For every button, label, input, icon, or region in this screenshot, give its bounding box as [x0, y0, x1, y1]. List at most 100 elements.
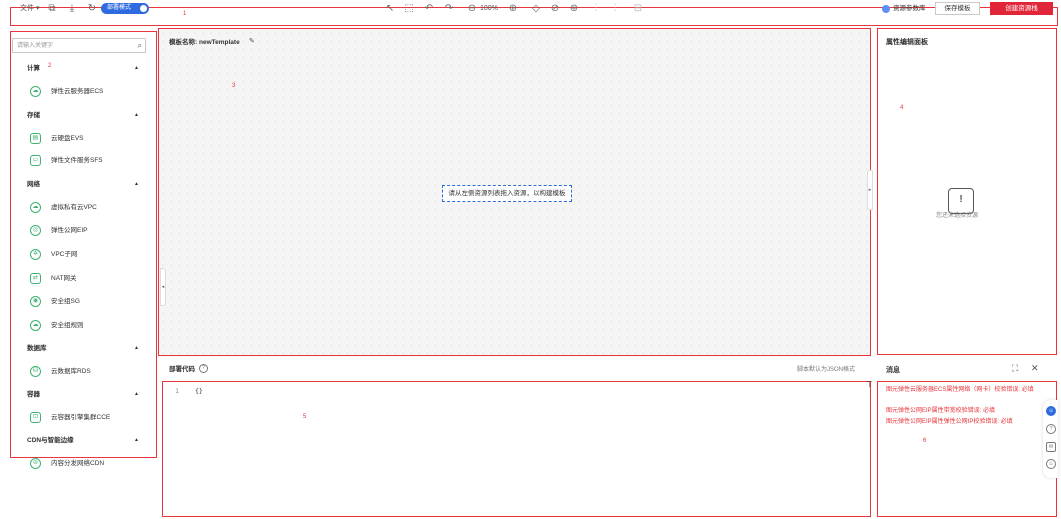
smile-icon[interactable]: ☺	[1046, 459, 1056, 469]
help-icon[interactable]: ?	[1046, 424, 1056, 434]
category-network[interactable]: 网络	[27, 180, 40, 189]
search-icon[interactable]: ⌕	[138, 41, 142, 51]
resource-item-evs[interactable]: 云硬盘EVS	[51, 134, 84, 144]
template-name: 模板名称: newTemplate	[169, 38, 240, 47]
box-select-icon[interactable]: ⬚	[403, 2, 415, 15]
resource-item-eip[interactable]: 弹性公网EIP	[51, 226, 87, 236]
caret-up-icon[interactable]: ▲	[134, 390, 139, 399]
category-database[interactable]: 数据库	[27, 344, 47, 353]
template-name-value: newTemplate	[198, 39, 240, 46]
align-horizontal-icon[interactable]: ⫶	[590, 2, 602, 15]
zoom-in-icon[interactable]: ⊕	[507, 2, 519, 15]
caret-up-icon[interactable]: ▲	[134, 111, 139, 120]
category-container[interactable]: 容器	[27, 390, 40, 399]
zoom-level: 100%	[480, 5, 498, 12]
pointer-select-icon[interactable]: ↖	[384, 2, 396, 15]
save-template-button[interactable]: 保存模板	[935, 2, 980, 15]
message-item: 图元弹性云服务器ECS属性网络（网卡）校验错误: 必填	[886, 387, 1034, 393]
message-list	[877, 381, 1057, 517]
file-menu[interactable]: 文件 ▾	[20, 3, 39, 15]
area-number-2: 2	[48, 63, 52, 69]
floating-side-toolbar: ☺ ? ✉ ☺	[1043, 400, 1058, 478]
align-vertical-icon[interactable]: ⫶	[609, 2, 621, 15]
left-panel-collapse-handle[interactable]: ◂	[160, 268, 166, 306]
compass-icon[interactable]: ⊘	[549, 2, 561, 15]
resource-item-ecs[interactable]: 弹性云服务器ECS	[51, 87, 103, 97]
resource-item-sfs[interactable]: 弹性文件服务SFS	[51, 156, 103, 166]
code-panel-title: 部署代码	[169, 366, 195, 373]
layout-icon[interactable]: ⊟	[632, 2, 644, 15]
security-rule-icon: ☁	[30, 320, 41, 331]
category-storage[interactable]: 存储	[27, 111, 40, 120]
message-item: 图元弹性公网EIP属性带宽校验错误: 必填	[886, 408, 996, 414]
resource-library-icon	[882, 5, 890, 13]
property-panel-title: 属性编辑面板	[886, 39, 928, 46]
undo-icon[interactable]: ↶	[423, 2, 435, 15]
deploy-mode-toggle[interactable]: 部署模式	[101, 3, 149, 14]
edit-icon[interactable]: ✎	[249, 37, 255, 47]
fit-center-icon[interactable]: ⊛	[568, 2, 580, 15]
message-item: 图元弹性公网EIP属性弹性公网IP校验错误: 必填	[886, 419, 1013, 425]
zoom-out-icon[interactable]: ⊖	[466, 2, 478, 15]
category-compute[interactable]: 计算	[27, 64, 40, 73]
deploy-mode-label: 部署模式	[107, 5, 132, 11]
resource-item-nat[interactable]: NAT网关	[51, 274, 77, 284]
nat-icon: ⇄	[30, 273, 41, 284]
container-icon: ⊡	[30, 412, 41, 423]
resize-marker-icon[interactable]: ⊤	[866, 381, 873, 389]
caret-up-icon[interactable]: ▲	[134, 180, 139, 189]
area-number-5: 5	[303, 414, 307, 420]
new-template-icon[interactable]: ⧉	[46, 2, 58, 15]
caret-right-icon: ▸	[868, 187, 872, 193]
area-number-6: 6	[923, 438, 927, 444]
code-editor[interactable]	[162, 381, 871, 517]
help-icon[interactable]: ?	[199, 364, 208, 373]
caret-up-icon[interactable]: ▲	[134, 436, 139, 445]
maximize-icon[interactable]: ⛶	[1012, 363, 1018, 373]
database-icon: ⛁	[30, 366, 41, 377]
area-number-4: 4	[900, 105, 904, 111]
resource-library-link[interactable]: 资源参数库	[893, 3, 926, 15]
empty-state-text: 您还未选择资源	[936, 213, 979, 219]
resource-item-cdn[interactable]: 内容分发网络CDN	[51, 459, 104, 469]
area-number-1: 1	[183, 11, 187, 17]
code-format-note: 脚本默认为JSON格式	[797, 367, 856, 373]
subnet-icon: ✲	[30, 249, 41, 260]
cloud-server-icon: ☁	[30, 86, 41, 97]
resource-item-sg[interactable]: 安全组SG	[51, 297, 80, 307]
chat-service-icon[interactable]: ☺	[1046, 406, 1056, 416]
caret-up-icon[interactable]: ▲	[134, 344, 139, 353]
caret-up-icon[interactable]: ▲	[134, 64, 139, 73]
toggle-knob	[140, 5, 147, 12]
drop-hint: 请从左侧资源列表拖入资源，以构建模板	[442, 185, 572, 202]
download-icon[interactable]: ⤓	[66, 2, 78, 15]
refresh-icon[interactable]: ↻	[86, 2, 98, 15]
template-name-label: 模板名称:	[169, 39, 198, 46]
disk-icon: ▤	[30, 133, 41, 144]
caret-left-icon: ◂	[161, 284, 165, 290]
cloud-icon: ☁	[30, 202, 41, 213]
resource-item-subnet[interactable]: VPC子网	[51, 250, 77, 260]
eraser-icon[interactable]: ◇	[530, 2, 542, 15]
file-menu-label: 文件	[20, 5, 34, 12]
security-group-icon: ◉	[30, 296, 41, 307]
area-number-3: 3	[232, 83, 236, 89]
category-cdn[interactable]: CDN与智能边缘	[27, 436, 74, 445]
cdn-icon: ⊜	[30, 458, 41, 469]
empty-state-icon: !	[948, 188, 974, 214]
close-icon[interactable]: ✕	[1031, 363, 1039, 373]
search-placeholder: 请输入关键字	[17, 43, 54, 49]
resource-item-vpc[interactable]: 虚拟私有云VPC	[51, 203, 97, 213]
resource-item-rds[interactable]: 云数据库RDS	[51, 367, 91, 377]
create-stack-button[interactable]: 创建资源栈	[990, 2, 1053, 15]
right-panel-collapse-handle[interactable]: ▸	[867, 170, 873, 210]
line-number: 1	[175, 387, 179, 395]
eip-icon: ◎	[30, 225, 41, 236]
resource-item-cce[interactable]: 云容器引擎集群CCE	[51, 413, 110, 423]
folder-icon: ▭	[30, 155, 41, 166]
code-content[interactable]: {}	[195, 387, 203, 396]
resource-search-input[interactable]: 请输入关键字 ⌕	[12, 38, 146, 53]
feedback-icon[interactable]: ✉	[1046, 442, 1056, 452]
resource-item-sg-rule[interactable]: 安全组规则	[51, 321, 84, 331]
redo-icon[interactable]: ↷	[443, 2, 455, 15]
